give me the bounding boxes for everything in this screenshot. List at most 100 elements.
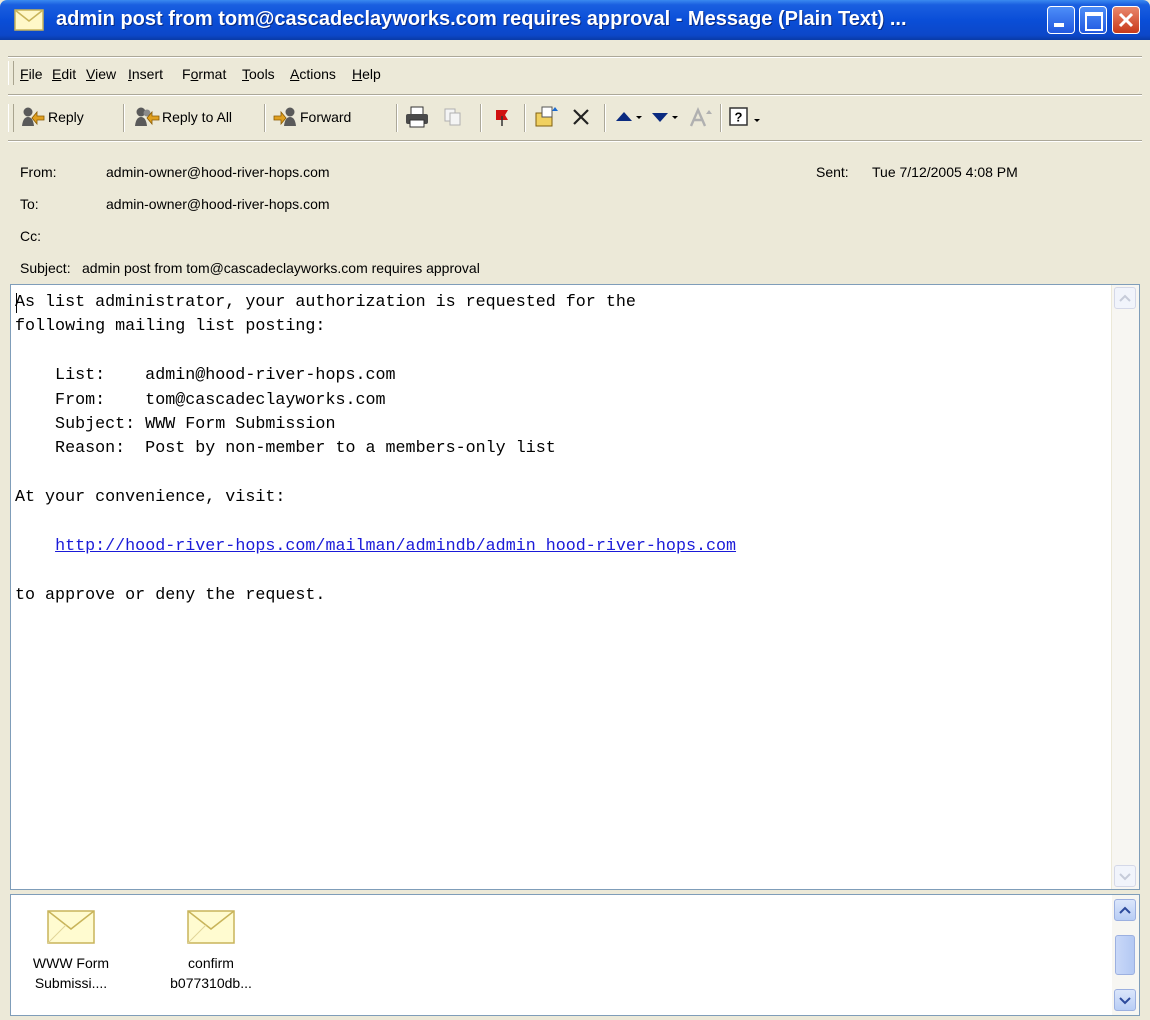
address-book-button[interactable] bbox=[688, 104, 712, 130]
reply-icon bbox=[22, 107, 45, 126]
close-icon bbox=[1118, 12, 1134, 28]
envelope-icon bbox=[187, 910, 235, 944]
to-field[interactable]: admin-owner@hood-river-hops.com bbox=[106, 196, 330, 212]
reply-label: Reply bbox=[48, 109, 84, 125]
sent-date: Tue 7/12/2005 4:08 PM bbox=[872, 164, 1018, 180]
down-arrow-icon bbox=[652, 113, 668, 122]
follow-up-flag-button[interactable] bbox=[492, 104, 512, 130]
chevron-up-icon bbox=[1119, 906, 1131, 914]
menubar-grip[interactable] bbox=[8, 61, 14, 85]
to-label: To: bbox=[20, 196, 39, 212]
toolbar-separator bbox=[604, 104, 606, 132]
previous-item-button[interactable] bbox=[614, 104, 644, 130]
menu-actions-accesskey: A bbox=[290, 66, 300, 82]
attachment-item[interactable]: WWW Form Submissi.... bbox=[11, 909, 131, 993]
title-bar[interactable]: admin post from tom@cascadeclayworks.com… bbox=[0, 0, 1150, 40]
toolbar-separator bbox=[720, 104, 722, 132]
print-button[interactable] bbox=[404, 104, 432, 130]
body-subject-line: Subject: WWW Form Submission bbox=[15, 415, 336, 435]
scroll-down-button[interactable] bbox=[1114, 989, 1136, 1011]
chevron-down-icon bbox=[1119, 873, 1131, 881]
menu-actions[interactable]: Actions bbox=[290, 66, 336, 82]
printer-icon bbox=[406, 106, 428, 128]
maximize-button[interactable] bbox=[1079, 6, 1107, 34]
sent-label: Sent: bbox=[816, 164, 849, 180]
scroll-up-button[interactable] bbox=[1114, 287, 1136, 309]
help-icon: ? bbox=[729, 107, 748, 126]
menu-tools-accesskey: T bbox=[242, 66, 249, 82]
body-closing-line: to approve or deny the request. bbox=[15, 585, 326, 605]
help-button[interactable]: ? bbox=[728, 104, 762, 130]
envelope-icon bbox=[14, 9, 44, 31]
menu-file-label: ile bbox=[28, 66, 43, 82]
minimize-button[interactable] bbox=[1047, 6, 1075, 34]
forward-icon bbox=[273, 107, 296, 126]
cc-label: Cc: bbox=[20, 228, 41, 244]
up-arrow-icon bbox=[616, 112, 632, 121]
menu-view-label: iew bbox=[95, 66, 117, 82]
from-label: From: bbox=[20, 164, 57, 180]
body-scrollbar[interactable] bbox=[1111, 285, 1139, 889]
menu-edit-label: dit bbox=[61, 66, 77, 82]
window-title: admin post from tom@cascadeclayworks.com… bbox=[56, 8, 907, 30]
move-to-folder-button[interactable] bbox=[534, 104, 560, 130]
menu-tools-label: ools bbox=[249, 66, 275, 82]
menu-help[interactable]: Help bbox=[352, 66, 381, 82]
menubar-bottom-divider bbox=[8, 94, 1142, 96]
chevron-up-icon bbox=[1119, 294, 1131, 302]
next-item-button[interactable] bbox=[650, 104, 680, 130]
scroll-up-button[interactable] bbox=[1114, 899, 1136, 921]
toolbar-separator bbox=[264, 104, 266, 132]
standard-toolbar: Reply Reply to All Forward ? bbox=[8, 100, 1142, 136]
forward-label: Forward bbox=[300, 109, 352, 125]
forward-button[interactable]: Forward bbox=[272, 104, 351, 130]
chevron-down-icon bbox=[672, 116, 678, 119]
admin-url-link[interactable]: http://hood-river-hops.com/mailman/admin… bbox=[55, 537, 736, 556]
reply-all-icon bbox=[135, 107, 160, 126]
attachments-scrollbar[interactable] bbox=[1112, 895, 1139, 1015]
chevron-down-icon bbox=[636, 116, 642, 119]
reply-all-button[interactable]: Reply to All bbox=[132, 104, 232, 130]
attachment-name-line2: Submissi.... bbox=[34, 975, 108, 991]
body-line: As list administrator, your authorizatio… bbox=[15, 293, 636, 312]
menu-format[interactable]: Format bbox=[182, 66, 226, 82]
body-line: following mailing list posting: bbox=[15, 317, 326, 337]
menu-tools[interactable]: Tools bbox=[242, 66, 275, 82]
minimize-icon bbox=[1054, 23, 1064, 27]
body-list-line: List: admin@hood-river-hops.com bbox=[15, 366, 396, 386]
copy-button[interactable] bbox=[442, 104, 464, 130]
attachments-pane: WWW Form Submissi.... confirm b077310db.… bbox=[10, 894, 1140, 1016]
menu-file-accesskey: F bbox=[20, 66, 29, 82]
menu-file[interactable]: File bbox=[20, 66, 43, 82]
toolbar-separator bbox=[524, 104, 526, 132]
scroll-thumb[interactable] bbox=[1115, 935, 1135, 975]
menu-help-accesskey: H bbox=[352, 66, 363, 82]
subject-field: admin post from tom@cascadeclayworks.com… bbox=[82, 260, 480, 276]
message-body-text: As list administrator, your authorizatio… bbox=[15, 291, 736, 608]
body-visit-line: At your convenience, visit: bbox=[15, 488, 286, 508]
menu-edit[interactable]: Edit bbox=[52, 66, 76, 82]
menubar-top-divider bbox=[8, 56, 1142, 58]
body-from-line: From: tom@cascadeclayworks.com bbox=[15, 390, 386, 410]
menu-format-label-a: F bbox=[182, 66, 191, 82]
move-to-folder-icon bbox=[535, 106, 558, 127]
delete-button[interactable] bbox=[570, 104, 592, 130]
body-reason-line: Reason: Post by non-member to a members-… bbox=[15, 439, 556, 459]
maximize-icon bbox=[1085, 12, 1103, 31]
from-field[interactable]: admin-owner@hood-river-hops.com bbox=[106, 164, 330, 180]
close-button[interactable] bbox=[1112, 6, 1140, 34]
scroll-down-button[interactable] bbox=[1114, 865, 1136, 887]
message-body[interactable]: As list administrator, your authorizatio… bbox=[10, 284, 1140, 890]
toolbar-separator bbox=[396, 104, 398, 132]
toolbar-separator bbox=[123, 104, 125, 132]
attachment-item[interactable]: confirm b077310db... bbox=[151, 909, 271, 993]
menu-edit-accesskey: E bbox=[52, 66, 62, 82]
reply-button[interactable]: Reply bbox=[20, 104, 84, 130]
flag-icon bbox=[496, 110, 508, 126]
copy-icon bbox=[444, 108, 461, 126]
menu-insert[interactable]: Insert bbox=[128, 66, 163, 82]
menu-view[interactable]: View bbox=[86, 66, 116, 82]
toolbar-grip[interactable] bbox=[8, 104, 14, 132]
attachment-name-line2: b077310db... bbox=[170, 975, 252, 991]
chevron-down-icon bbox=[1119, 997, 1131, 1005]
